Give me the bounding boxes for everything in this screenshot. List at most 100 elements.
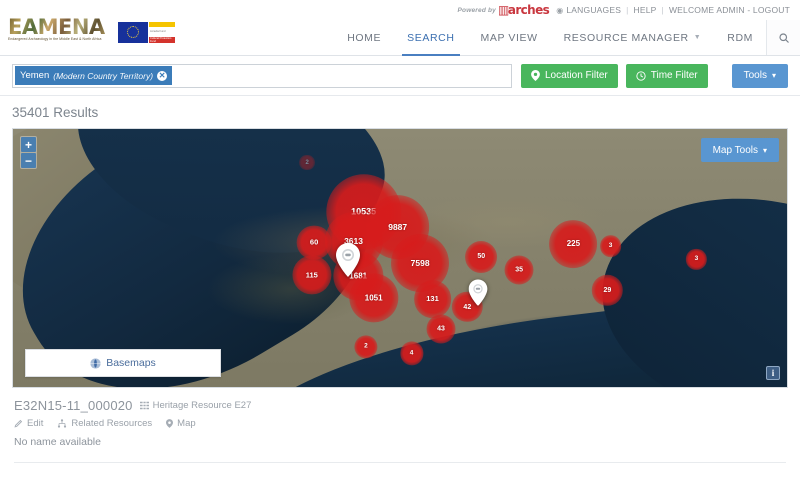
map-pin-marker[interactable]	[336, 243, 361, 278]
map-pin-icon	[166, 419, 174, 428]
nav-item-search[interactable]: SEARCH	[394, 20, 467, 56]
eamena-wordmark: EAMENA	[8, 16, 116, 38]
nav-item-home-label: HOME	[347, 31, 382, 44]
partner-flag-icon: Arcadia Fund Cultural Protection Fund	[149, 21, 175, 43]
location-filter-label: Location Filter	[544, 70, 608, 81]
result-divider	[14, 462, 786, 463]
map-container[interactable]: + − Map Tools ▾ 2 10535 9887 3613 60 7598 115 1…	[12, 128, 788, 388]
map-cluster-marker[interactable]: 50	[465, 240, 498, 273]
nav-item-rdm-label: RDM	[727, 31, 753, 44]
help-link[interactable]: HELP	[634, 5, 657, 15]
map-cluster-count: 9887	[388, 221, 408, 232]
map-cluster-count: 3	[608, 242, 613, 250]
result-id[interactable]: E32N15-11_000020	[14, 398, 133, 413]
map-cluster-count: 115	[305, 270, 318, 280]
basemaps-button[interactable]: Basemaps	[25, 349, 221, 377]
brand-logo-group[interactable]: EAMENA Endangered Archaeology in the Mid…	[8, 16, 175, 48]
result-action-map[interactable]: Map	[166, 418, 196, 429]
filter-chip-yemen[interactable]: Yemen (Modern Country Territory) ✕	[15, 66, 173, 85]
globe-icon: ◉	[556, 5, 564, 15]
map-pin-marker[interactable]	[468, 279, 488, 306]
partner-flag-band-top	[149, 21, 175, 27]
map-cluster-marker[interactable]: 3	[599, 235, 622, 258]
nav-item-search-label: SEARCH	[407, 31, 455, 44]
arches-wordmark: arches	[507, 3, 550, 17]
nav-item-rdm[interactable]: RDM	[714, 20, 766, 55]
eamena-tagline: Endangered Archaeology in the Middle Eas…	[8, 37, 102, 41]
arches-bars-icon: ▥	[497, 3, 509, 17]
result-action-map-label: Map	[177, 418, 196, 429]
result-list-item[interactable]: E32N15-11_000020 Heritage Resource E27 E…	[0, 388, 800, 454]
nav-item-map-view[interactable]: MAP VIEW	[468, 20, 551, 55]
powered-by-label: Powered by	[457, 6, 496, 14]
search-input-container[interactable]: Yemen (Modern Country Territory) ✕	[12, 63, 512, 88]
welcome-logout-link[interactable]: WELCOME ADMIN - LOGOUT	[669, 5, 790, 15]
map-pin-icon	[336, 243, 361, 278]
time-filter-button[interactable]: Time Filter	[625, 63, 708, 88]
map-cluster-count: 2	[364, 342, 368, 350]
result-name: No name available	[14, 436, 101, 448]
map-cluster-marker[interactable]: 1051	[349, 273, 399, 323]
map-pin-icon	[468, 279, 488, 306]
filter-chip-sublabel: (Modern Country Territory)	[53, 70, 154, 81]
map-cluster-marker[interactable]: 225	[549, 219, 598, 268]
search-input[interactable]	[172, 64, 509, 87]
map-cluster-marker[interactable]: 115	[292, 255, 332, 295]
map-cluster-marker[interactable]: 29	[592, 275, 623, 306]
result-action-edit[interactable]: Edit	[14, 418, 43, 429]
nav-item-resource-manager[interactable]: RESOURCE MANAGER ▼	[551, 20, 715, 55]
site-header: EAMENA Endangered Archaeology in the Mid…	[0, 16, 800, 56]
map-cluster-marker[interactable]: 43	[426, 314, 456, 344]
eamena-logo[interactable]: EAMENA Endangered Archaeology in the Mid…	[8, 16, 116, 48]
map-pin-icon	[531, 70, 540, 81]
separator-1: |	[626, 5, 629, 15]
tools-label: Tools	[743, 70, 767, 81]
nav-search-button[interactable]	[766, 20, 800, 55]
time-filter-label: Time Filter	[650, 70, 698, 81]
partner-flag-band-bottom-label: Cultural Protection Fund	[150, 36, 172, 43]
results-header: 35401 Results	[0, 96, 800, 128]
filter-chip-label: Yemen	[20, 70, 50, 81]
nav-item-home[interactable]: HOME	[334, 20, 394, 55]
result-title-line: E32N15-11_000020 Heritage Resource E27	[14, 398, 786, 413]
result-actions: Edit Related Resources Map	[14, 418, 786, 429]
separator-2: |	[661, 5, 664, 15]
map-cluster-count: 60	[309, 237, 319, 247]
map-cluster-count: 3	[694, 255, 699, 263]
map-cluster-count: 1051	[364, 292, 383, 302]
grid-icon	[139, 401, 149, 410]
map-cluster-marker[interactable]: 131	[413, 280, 452, 319]
result-action-related-resources[interactable]: Related Resources	[57, 418, 152, 429]
clock-icon	[636, 70, 646, 81]
chevron-down-icon: ▼	[693, 34, 702, 41]
map-cluster-marker[interactable]: 35	[504, 255, 534, 285]
map-cluster-marker[interactable]: 3	[686, 249, 707, 270]
partner-flag-band-mid: Arcadia Fund	[150, 30, 166, 33]
map-info-button[interactable]: i	[766, 366, 780, 380]
search-icon	[778, 32, 789, 43]
map-cluster-count: 43	[437, 325, 445, 333]
tools-button[interactable]: Tools ▾	[731, 63, 788, 88]
nav-item-resource-manager-label: RESOURCE MANAGER	[563, 31, 689, 44]
location-filter-button[interactable]: Location Filter	[520, 63, 618, 88]
result-action-edit-label: Edit	[27, 418, 44, 429]
map-cluster-count: 225	[566, 238, 581, 248]
map-cluster-marker[interactable]: 2	[354, 335, 378, 359]
globe-icon	[90, 357, 101, 369]
map-cluster-marker[interactable]: 4	[400, 341, 424, 366]
map-cluster-count: 2	[305, 159, 309, 166]
languages-link[interactable]: LANGUAGES	[566, 5, 621, 15]
network-icon	[58, 419, 67, 428]
map-cluster-count: 7598	[410, 257, 430, 268]
result-action-related-label: Related Resources	[71, 418, 153, 429]
map-cluster-count: 29	[603, 286, 612, 294]
eu-flag-icon	[118, 21, 148, 43]
nav-item-map-view-label: MAP VIEW	[480, 31, 538, 44]
basemaps-label: Basemaps	[106, 357, 156, 369]
result-type-label: Heritage Resource E27	[152, 400, 252, 411]
close-icon[interactable]: ✕	[157, 70, 168, 81]
results-count: 35401 Results	[12, 104, 99, 120]
map-cluster-marker[interactable]: 2	[299, 154, 316, 171]
map-cluster-count: 131	[426, 294, 439, 304]
map-cluster-count: 35	[515, 266, 524, 274]
